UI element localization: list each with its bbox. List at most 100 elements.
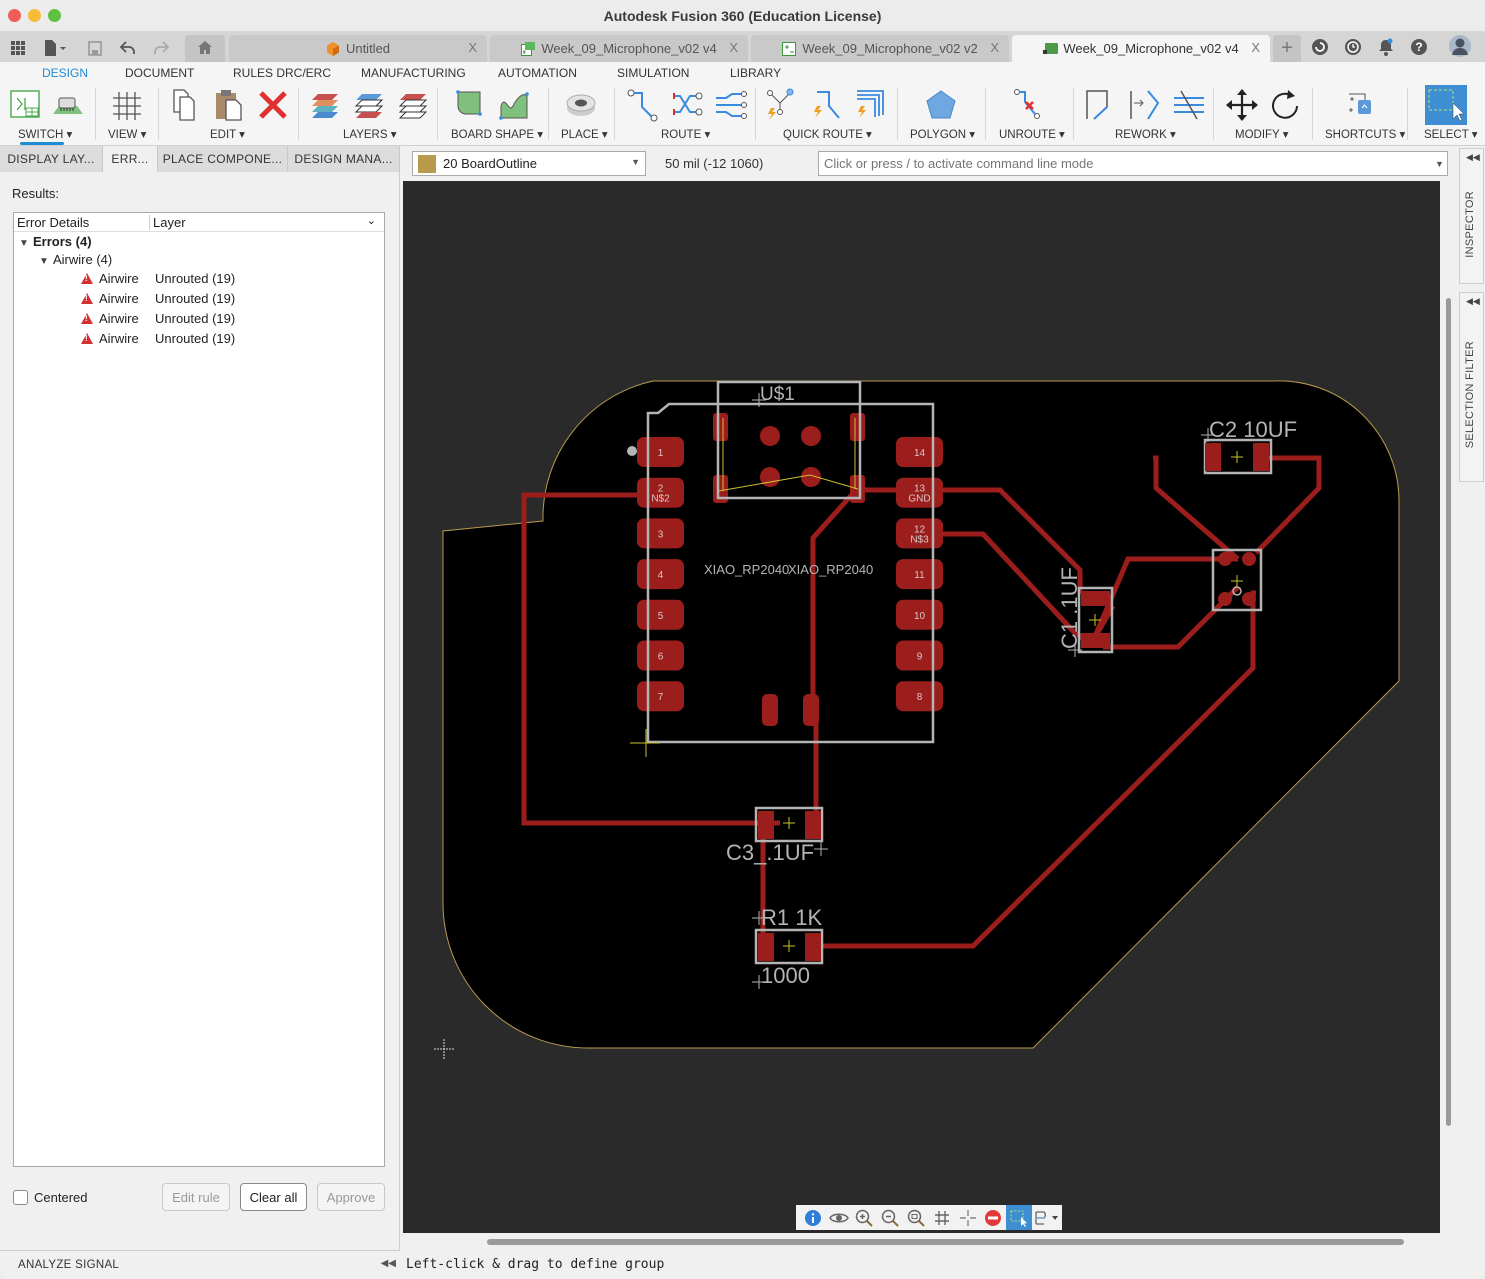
- command-line-input[interactable]: [818, 151, 1448, 176]
- close-tab-icon[interactable]: X: [729, 40, 738, 55]
- eye-icon[interactable]: [826, 1205, 852, 1230]
- group-edit[interactable]: EDIT ▾: [210, 127, 245, 141]
- selection-filter-panel-tab[interactable]: ◀◀ SELECTION FILTER: [1459, 292, 1484, 482]
- extensions-icon[interactable]: [1311, 38, 1329, 56]
- edit-rule-button[interactable]: Edit rule: [162, 1183, 230, 1211]
- tab-untitled[interactable]: Untitled X: [229, 35, 487, 62]
- close-tab-icon[interactable]: X: [990, 40, 999, 55]
- collapse-icon[interactable]: ◀◀: [381, 1258, 396, 1269]
- help-icon[interactable]: ?: [1410, 38, 1428, 56]
- group-modify[interactable]: MODIFY ▾: [1235, 127, 1288, 141]
- horizontal-scrollbar[interactable]: [487, 1239, 1404, 1245]
- error-row[interactable]: AirwireUnrouted (19): [81, 311, 235, 326]
- tab-schematic-v4[interactable]: Week_09_Microphone_v02 v4 X: [490, 35, 748, 62]
- group-polygon[interactable]: POLYGON ▾: [910, 127, 975, 141]
- delete-icon[interactable]: [256, 88, 290, 122]
- group-layers[interactable]: LAYERS ▾: [343, 127, 397, 141]
- route-style-dropdown-icon[interactable]: [1032, 1205, 1062, 1230]
- error-row[interactable]: AirwireUnrouted (19): [81, 271, 235, 286]
- grid-icon[interactable]: [109, 88, 143, 122]
- approve-button[interactable]: Approve: [317, 1183, 385, 1211]
- route-differential-icon[interactable]: [670, 88, 704, 122]
- quick-route-signal-icon[interactable]: [809, 88, 843, 122]
- ribbon-tab-document[interactable]: DOCUMENT: [125, 66, 194, 80]
- rework-slide-icon[interactable]: [1128, 88, 1162, 122]
- expand-triangle-icon[interactable]: ▼: [19, 238, 33, 249]
- column-error-details[interactable]: Error Details: [17, 215, 89, 230]
- rework-ripup-icon[interactable]: [1172, 88, 1206, 122]
- file-menu-icon[interactable]: [40, 37, 70, 59]
- ribbon-tab-library[interactable]: LIBRARY: [730, 66, 781, 80]
- notifications-icon[interactable]: [1377, 38, 1395, 56]
- paste-icon[interactable]: [212, 88, 246, 122]
- vertical-scrollbar[interactable]: [1446, 298, 1451, 1126]
- error-row[interactable]: AirwireUnrouted (19): [81, 331, 235, 346]
- analyze-signal-bar[interactable]: ANALYZE SIGNAL ◀◀: [0, 1250, 400, 1278]
- info-icon[interactable]: [800, 1205, 826, 1230]
- quick-route-all-icon[interactable]: [853, 88, 887, 122]
- rotate-icon[interactable]: [1268, 88, 1302, 122]
- layers-bottom-icon[interactable]: [398, 88, 432, 122]
- zoom-fit-icon[interactable]: [903, 1205, 929, 1230]
- route-manual-icon[interactable]: [626, 88, 660, 122]
- job-status-icon[interactable]: [1344, 38, 1362, 56]
- rework-split-icon[interactable]: [1084, 88, 1118, 122]
- select-window-icon[interactable]: [1425, 85, 1467, 125]
- close-tab-icon[interactable]: X: [1251, 40, 1260, 55]
- error-row[interactable]: AirwireUnrouted (19): [81, 291, 235, 306]
- tab-schematic-v2[interactable]: Week_09_Microphone_v02 v2 X: [751, 35, 1009, 62]
- select-box-icon[interactable]: [1006, 1205, 1033, 1230]
- group-view[interactable]: VIEW ▾: [108, 127, 146, 141]
- group-quick-route[interactable]: QUICK ROUTE ▾: [783, 127, 872, 141]
- ribbon-tab-design[interactable]: DESIGN: [42, 66, 88, 80]
- redo-icon[interactable]: [150, 37, 172, 59]
- tab-display-layers[interactable]: DISPLAY LAY...: [0, 146, 103, 172]
- group-shortcuts[interactable]: SHORTCUTS ▾: [1325, 127, 1405, 141]
- column-layer[interactable]: Layer: [149, 215, 186, 230]
- switch-to-schematic-icon[interactable]: [8, 88, 42, 122]
- group-place[interactable]: PLACE ▾: [561, 127, 608, 141]
- chevron-down-icon[interactable]: ▼: [1435, 159, 1444, 169]
- shortcuts-icon[interactable]: [1343, 88, 1377, 122]
- pcb-canvas[interactable]: 1 2 N$2 3 4 5 6 7 14 13 GND 12 N$3 11 10 9 8: [403, 181, 1440, 1233]
- home-tab[interactable]: [185, 35, 225, 62]
- new-tab-button[interactable]: +: [1273, 35, 1301, 62]
- tab-design-manager[interactable]: DESIGN MANA...: [288, 146, 400, 172]
- expand-panel-icon[interactable]: ◀◀: [1466, 152, 1480, 163]
- group-rework[interactable]: REWORK ▾: [1115, 127, 1176, 141]
- layer-settings-icon[interactable]: [310, 88, 344, 122]
- tab-pcb-v4[interactable]: Week_09_Microphone_v02 v4 X: [1012, 35, 1270, 62]
- stop-icon[interactable]: [981, 1205, 1007, 1230]
- group-unroute[interactable]: UNROUTE ▾: [999, 127, 1065, 141]
- centered-checkbox[interactable]: [13, 1190, 28, 1205]
- layers-top-icon[interactable]: [354, 88, 388, 122]
- board-spline-icon[interactable]: [498, 88, 532, 122]
- save-icon[interactable]: [85, 37, 105, 59]
- apps-grid-icon[interactable]: [8, 37, 28, 59]
- undo-icon[interactable]: [117, 37, 139, 59]
- tree-node-airwire-group[interactable]: ▼ Airwire (4): [39, 252, 112, 267]
- expand-triangle-icon[interactable]: ▼: [39, 256, 53, 267]
- polygon-icon[interactable]: [924, 88, 958, 122]
- tree-node-errors[interactable]: ▼ Errors (4): [19, 234, 92, 249]
- ribbon-tab-rules[interactable]: RULES DRC/ERC: [233, 66, 331, 80]
- layer-select[interactable]: 20 BoardOutline ▼: [412, 151, 646, 176]
- zoom-in-icon[interactable]: [852, 1205, 878, 1230]
- tab-place-components[interactable]: PLACE COMPONE...: [158, 146, 288, 172]
- copy-icon[interactable]: [168, 88, 202, 122]
- expand-panel-icon[interactable]: ◀◀: [1466, 296, 1480, 307]
- grid-display-icon[interactable]: [929, 1205, 955, 1230]
- close-tab-icon[interactable]: X: [468, 40, 477, 55]
- place-via-icon[interactable]: [564, 88, 598, 122]
- user-avatar[interactable]: [1449, 35, 1471, 57]
- ribbon-tab-automation[interactable]: AUTOMATION: [498, 66, 577, 80]
- crosshair-icon[interactable]: [955, 1205, 981, 1230]
- zoom-out-icon[interactable]: [877, 1205, 903, 1230]
- clear-all-button[interactable]: Clear all: [240, 1183, 307, 1211]
- unroute-icon[interactable]: [1012, 88, 1046, 122]
- group-select[interactable]: SELECT ▾: [1424, 127, 1478, 141]
- switch-to-3d-pcb-icon[interactable]: [50, 88, 84, 122]
- group-switch[interactable]: SWITCH ▾: [18, 127, 72, 141]
- tab-errors[interactable]: ERR...: [103, 146, 158, 172]
- ribbon-tab-simulation[interactable]: SIMULATION: [617, 66, 689, 80]
